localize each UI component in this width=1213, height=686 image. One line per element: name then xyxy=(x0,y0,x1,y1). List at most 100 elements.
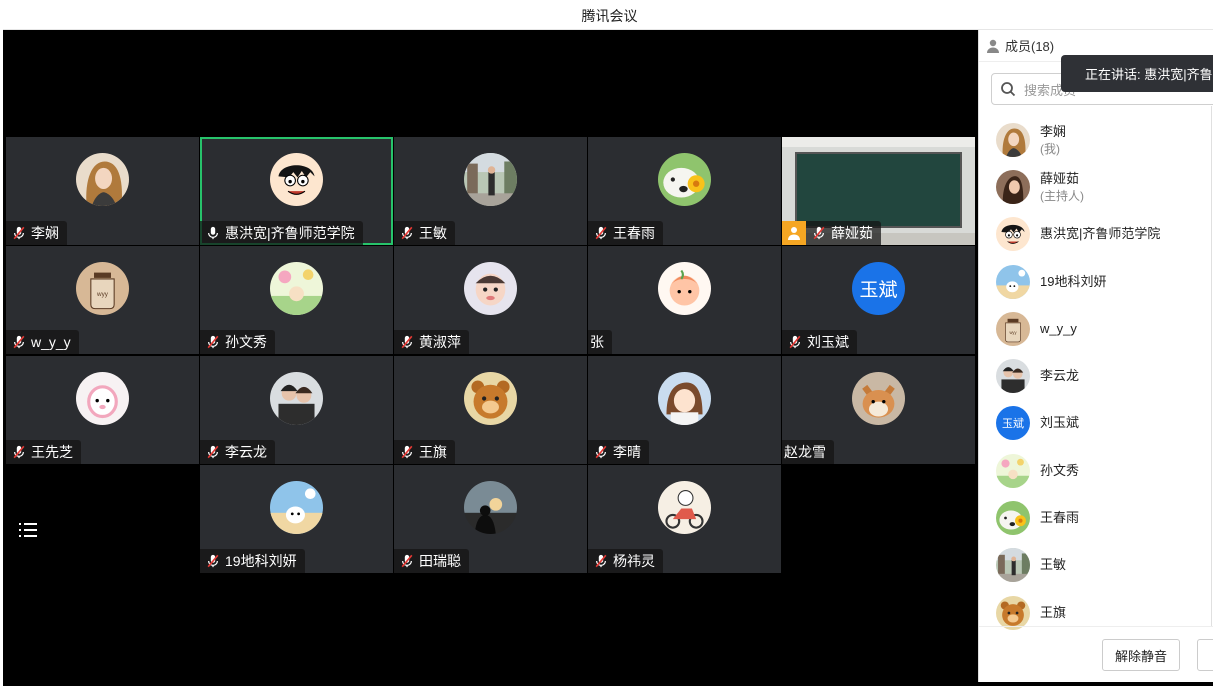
member-role: (我) xyxy=(1040,141,1060,156)
video-grid: 李娴 惠洪宽|齐鲁师范学院 王敏 王春雨 薛娅茹 wyy w_y_y 孙文秀 黄淑萍 张 玉斌 刘玉斌… xyxy=(6,30,978,682)
video-tile[interactable]: 王先芝 xyxy=(6,355,199,464)
mic-muted-icon xyxy=(401,335,413,349)
member-text: 刘玉斌 xyxy=(1040,414,1079,432)
video-tile[interactable]: 杨祎灵 xyxy=(588,465,781,573)
jar-drawing-avatar: wyy xyxy=(996,311,1030,346)
beach-cartoon-avatar xyxy=(270,481,323,534)
member-text: 薛娅茹 (主持人) xyxy=(1040,170,1084,204)
participant-name: 张 xyxy=(590,334,604,350)
member-item[interactable]: 薛娅茹 (主持人) xyxy=(979,163,1213,210)
mic-muted-icon xyxy=(401,554,413,568)
participant-name: 赵龙雪 xyxy=(784,443,826,460)
member-name: w_y_y xyxy=(1040,320,1077,336)
video-tile[interactable]: 张 xyxy=(588,246,781,354)
video-tile[interactable]: 王敏 xyxy=(394,136,587,245)
mic-muted-icon xyxy=(813,226,825,239)
video-tile[interactable]: 孙文秀 xyxy=(200,246,393,354)
member-item[interactable]: 王敏 xyxy=(979,542,1213,589)
member-item[interactable]: 惠洪宽|齐鲁师范学院 xyxy=(979,211,1213,258)
video-tile[interactable]: 田瑞聪 xyxy=(394,465,587,573)
woman-photo-avatar xyxy=(996,169,1030,204)
participant-name-bar: 黄淑萍 xyxy=(394,330,469,354)
speaking-indicator: 正在讲话: 惠洪宽|齐鲁师范学院 xyxy=(1061,55,1213,92)
mic-icon xyxy=(208,226,218,239)
girl-cartoon-avatar xyxy=(658,371,711,425)
member-name: 王敏 xyxy=(1040,557,1067,573)
beach-cartoon-avatar xyxy=(996,264,1030,299)
title-bar: 腾讯会议 xyxy=(3,0,1213,30)
video-tile[interactable]: 赵龙雪 xyxy=(782,355,975,464)
video-tile[interactable]: wyy w_y_y xyxy=(6,246,199,354)
participant-name: w_y_y xyxy=(31,334,71,350)
participant-name: 薛娅茹 xyxy=(831,224,873,241)
street-photo-avatar xyxy=(464,152,517,206)
pink-bunny-avatar xyxy=(76,371,129,425)
video-tile[interactable]: 李晴 xyxy=(588,355,781,464)
member-item[interactable]: 李娴 (我) xyxy=(979,116,1213,163)
member-text: 19地科刘妍 xyxy=(1040,273,1106,291)
list-view-button[interactable] xyxy=(14,516,42,544)
participant-name: 李云龙 xyxy=(225,443,267,460)
member-item[interactable]: 李云龙 xyxy=(979,352,1213,399)
jar-drawing-avatar: wyy xyxy=(76,262,129,315)
member-role: (主持人) xyxy=(1040,188,1084,203)
unmute-all-button[interactable]: 解除静音 xyxy=(1102,639,1180,671)
svg-text:wyy: wyy xyxy=(1009,330,1017,335)
participant-name: 惠洪宽|齐鲁师范学院 xyxy=(225,224,355,241)
video-tile[interactable]: 李云龙 xyxy=(200,355,393,464)
participant-name: 王旗 xyxy=(419,443,447,460)
participant-name-bar: 王先芝 xyxy=(6,439,81,464)
svg-text:wyy: wyy xyxy=(96,291,109,298)
participant-name-bar: 李云龙 xyxy=(200,439,275,464)
video-tile[interactable]: 王旗 xyxy=(394,355,587,464)
mic-muted-icon xyxy=(401,226,413,239)
participant-name: 王春雨 xyxy=(613,224,655,241)
participant-name-bar: 刘玉斌 xyxy=(782,330,857,354)
member-text: 李云龙 xyxy=(1040,367,1079,385)
video-tile[interactable]: 王春雨 xyxy=(588,136,781,245)
video-tile[interactable]: 玉斌 刘玉斌 xyxy=(782,246,975,354)
baby-avatar xyxy=(464,262,517,315)
member-item[interactable]: 王春雨 xyxy=(979,494,1213,541)
member-item[interactable]: 孙文秀 xyxy=(979,447,1213,494)
mic-muted-icon xyxy=(13,445,25,458)
search-icon xyxy=(1001,82,1016,97)
more-button[interactable] xyxy=(1197,639,1213,671)
mic-muted-icon xyxy=(595,445,607,458)
woman-long-hair-avatar xyxy=(996,122,1030,157)
members-list: 李娴 (我) 薛娅茹 (主持人) 惠洪宽|齐鲁师范学院 19地科刘妍 wyy w_y_y 李云龙… xyxy=(979,116,1213,636)
sunset-silhouette-avatar xyxy=(464,481,517,534)
participant-name: 王敏 xyxy=(419,224,447,241)
member-text: w_y_y xyxy=(1040,320,1077,338)
video-tile[interactable]: 薛娅茹 xyxy=(782,136,975,245)
participant-name-bar: 张 xyxy=(588,330,612,354)
member-name: 李云龙 xyxy=(1040,368,1080,384)
mic-muted-icon xyxy=(13,335,25,349)
participant-name-bar: 孙文秀 xyxy=(200,330,275,354)
mic-muted-icon xyxy=(595,554,607,568)
video-tile[interactable]: 李娴 xyxy=(6,136,199,245)
scooter-cartoon-avatar xyxy=(658,481,711,534)
member-name: 19地科刘妍 xyxy=(1040,273,1107,289)
member-name: 李娴 xyxy=(1040,123,1067,139)
member-item[interactable]: 19地科刘妍 xyxy=(979,258,1213,305)
participant-name: 孙文秀 xyxy=(225,334,267,350)
member-text: 孙文秀 xyxy=(1040,462,1079,480)
video-tile[interactable]: 19地科刘妍 xyxy=(200,465,393,573)
member-text: 李娴 (我) xyxy=(1040,123,1066,157)
participant-name: 刘玉斌 xyxy=(807,334,849,350)
list-icon xyxy=(19,523,37,537)
member-item[interactable]: 玉斌 刘玉斌 xyxy=(979,400,1213,447)
couple-photo-avatar xyxy=(996,359,1030,394)
member-name: 孙文秀 xyxy=(1040,462,1080,478)
video-tile[interactable]: 惠洪宽|齐鲁师范学院 xyxy=(200,136,393,245)
member-text: 王敏 xyxy=(1040,556,1066,574)
video-tile[interactable]: 黄淑萍 xyxy=(394,246,587,354)
dog-flower-avatar xyxy=(658,152,711,206)
member-name: 刘玉斌 xyxy=(1040,415,1080,431)
mic-muted-icon xyxy=(207,335,219,349)
members-panel: 成员(18) 搜索成员 李娴 (我) 薛娅茹 (主持人) 惠洪宽|齐鲁师范学院 19地科刘… xyxy=(978,30,1213,682)
bear-cartoon-avatar xyxy=(464,371,517,425)
member-item[interactable]: wyy w_y_y xyxy=(979,305,1213,352)
couple-photo-avatar xyxy=(270,371,323,425)
